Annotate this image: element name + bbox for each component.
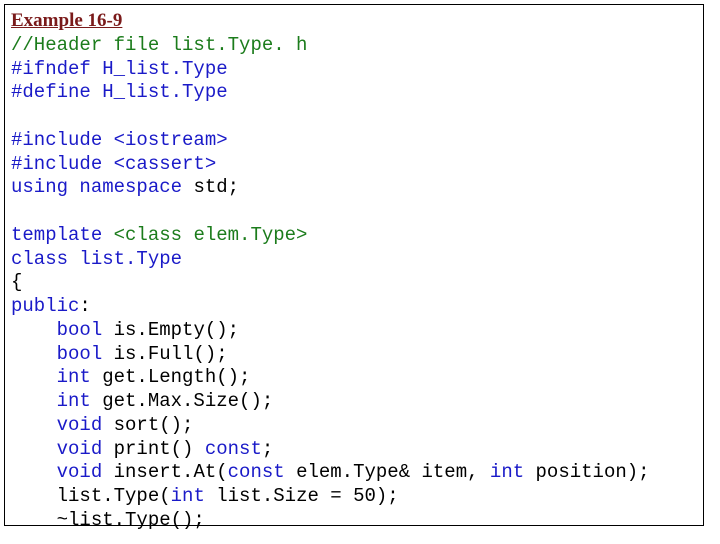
- code-text: get.Max.Size();: [102, 390, 273, 412]
- code-line: #include <iostream>: [11, 129, 228, 151]
- code-punct: ;: [262, 438, 273, 460]
- code-kw: int: [490, 461, 536, 483]
- code-brace: {: [11, 271, 22, 293]
- code-kw: void: [11, 414, 114, 436]
- code-kw: public: [11, 295, 79, 317]
- code-text: is.Full();: [114, 343, 228, 365]
- code-kw: int: [11, 366, 102, 388]
- code-kw: const: [228, 461, 296, 483]
- code-punct: :: [79, 295, 90, 317]
- code-kw: const: [205, 438, 262, 460]
- code-frame: Example 16-9 //Header file list.Type. h …: [4, 4, 704, 526]
- code-line: #ifndef H_list.Type: [11, 58, 228, 80]
- code-kw: bool: [11, 343, 114, 365]
- code-comment: //Header file list.Type. h: [11, 34, 307, 56]
- code-tmpl: <class elem.Type>: [114, 224, 308, 246]
- code-line: class list.Type: [11, 248, 182, 270]
- code-text: position);: [536, 461, 650, 483]
- code-text: elem.Type& item,: [296, 461, 490, 483]
- example-title: Example 16-9: [11, 10, 122, 31]
- code-text: print(): [114, 438, 205, 460]
- code-kw: int: [11, 390, 102, 412]
- code-kw: using namespace: [11, 176, 193, 198]
- code-kw: void: [11, 438, 114, 460]
- code-kw: bool: [11, 319, 114, 341]
- code-text: insert.At(: [114, 461, 228, 483]
- code-kw: void: [11, 461, 114, 483]
- code-line: #define H_list.Type: [11, 81, 228, 103]
- code-text: sort();: [114, 414, 194, 436]
- code-line: #include <cassert>: [11, 153, 216, 175]
- code-text: list.Size = 50);: [216, 485, 398, 507]
- code-text: list.Type(: [11, 485, 171, 507]
- code-text: is.Empty();: [114, 319, 239, 341]
- code-text: ~list.Type();: [11, 509, 205, 531]
- code-text: std;: [193, 176, 239, 198]
- code-kw: template: [11, 224, 114, 246]
- code-text: get.Length();: [102, 366, 250, 388]
- code-kw: int: [171, 485, 217, 507]
